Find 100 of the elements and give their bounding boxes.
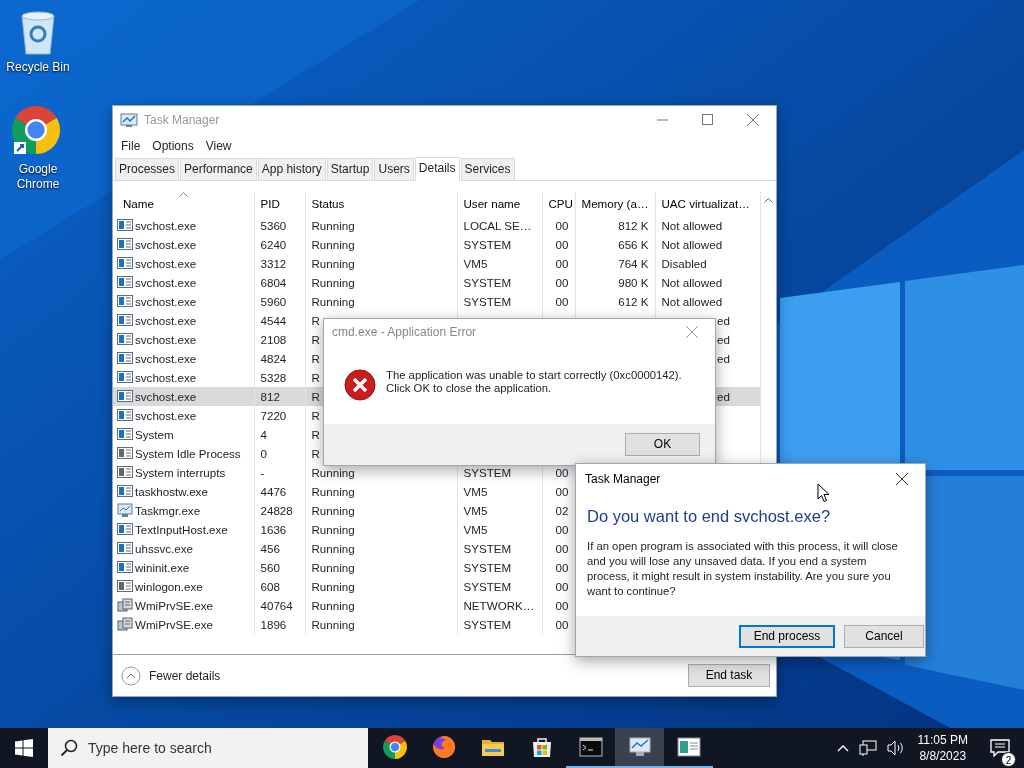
table-cell: 00 xyxy=(555,219,569,232)
table-cell: 1636 xyxy=(260,523,287,536)
task-manager-icon xyxy=(120,112,138,128)
clock[interactable]: 11:05 PM 8/8/2023 xyxy=(909,732,976,764)
cursor-icon xyxy=(817,483,830,503)
menu-item[interactable]: Options xyxy=(146,136,200,155)
table-cell: NETWORK… xyxy=(463,599,535,612)
column-header[interactable]: User name xyxy=(457,192,542,216)
search-box[interactable]: Type here to search xyxy=(48,728,368,768)
tab[interactable]: App history xyxy=(257,158,326,180)
scroll-up-icon[interactable] xyxy=(764,198,773,203)
table-cell: SYSTEM xyxy=(463,466,512,479)
window-icon xyxy=(117,445,133,461)
table-cell: ed xyxy=(717,314,730,327)
firefox-icon[interactable] xyxy=(431,735,456,759)
clock-date: 8/8/2023 xyxy=(918,748,968,764)
fewer-details-link[interactable]: Fewer details xyxy=(149,666,221,685)
column-header[interactable]: CPU xyxy=(542,192,575,216)
clock-time: 11:05 PM xyxy=(917,732,968,748)
table-cell: Running xyxy=(311,466,355,479)
cancel-button[interactable]: Cancel xyxy=(844,624,924,648)
start-button[interactable] xyxy=(15,739,33,757)
table-cell: Not allowed xyxy=(661,276,723,289)
chevron-up-icon[interactable] xyxy=(836,744,849,752)
error-message: The application was unable to start correctly (0xc0000142). Click OK to close the application. xyxy=(386,369,682,395)
sort-caret-icon xyxy=(179,192,189,197)
column-header[interactable]: Name xyxy=(113,192,254,216)
table-cell: 5960 xyxy=(260,295,287,308)
column-header[interactable]: Memory (a… xyxy=(575,192,655,216)
table-cell: 00 xyxy=(555,238,569,251)
tab[interactable]: Performance xyxy=(180,158,257,180)
table-row[interactable]: svchost.exe 3312 Running VM5 00 764 K Disabled xyxy=(113,254,760,273)
table-cell: R xyxy=(311,314,320,327)
monitor-icon[interactable] xyxy=(627,735,652,759)
table-cell: wininit.exe xyxy=(135,561,190,574)
window-icon[interactable] xyxy=(676,735,701,759)
table-cell: 24828 xyxy=(260,504,293,517)
computers-icon xyxy=(117,616,133,632)
window-icon xyxy=(117,236,133,252)
table-cell: VM5 xyxy=(463,485,488,498)
table-cell: 2108 xyxy=(260,333,287,346)
tab[interactable]: Startup xyxy=(326,158,374,180)
table-cell: Not allowed xyxy=(661,238,723,251)
notification-icon[interactable] xyxy=(990,739,1010,757)
table-row[interactable]: svchost.exe 6240 Running SYSTEM 00 656 K Not allowed xyxy=(113,235,760,254)
table-row[interactable]: svchost.exe 5960 Running SYSTEM 00 612 K Not allowed xyxy=(113,292,760,311)
table-cell: 608 xyxy=(260,580,280,593)
browser-icon[interactable] xyxy=(382,735,407,759)
close-icon[interactable] xyxy=(896,473,908,485)
table-cell: svchost.exe xyxy=(135,352,197,365)
table-row[interactable]: svchost.exe 5360 Running LOCAL SE… 00 812 K Not allowed xyxy=(113,216,760,235)
table-cell: Not allowed xyxy=(661,219,723,232)
maximize-icon[interactable] xyxy=(702,114,713,125)
table-cell: svchost.exe xyxy=(135,276,197,289)
table-cell: taskhostw.exe xyxy=(135,485,208,498)
table-cell: svchost.exe xyxy=(135,371,197,384)
table-row[interactable]: svchost.exe 6804 Running SYSTEM 00 980 K Not allowed xyxy=(113,273,760,292)
icon-label[interactable]: Google Chrome xyxy=(0,162,76,192)
search-field[interactable]: Type here to search xyxy=(86,736,346,760)
table-cell: 4824 xyxy=(260,352,287,365)
table-cell: svchost.exe xyxy=(135,314,197,327)
dialog-heading: Do you want to end svchost.exe? xyxy=(586,506,832,526)
window-icon xyxy=(117,274,133,290)
terminal-icon[interactable] xyxy=(578,735,603,759)
table-cell: Taskmgr.exe xyxy=(135,504,201,517)
table-cell: TextInputHost.exe xyxy=(135,523,228,536)
table-cell: Not allowed xyxy=(661,295,723,308)
ok-button[interactable]: OK xyxy=(625,433,700,456)
icon-label[interactable]: Recycle Bin xyxy=(6,60,70,75)
menu-item[interactable]: View xyxy=(199,136,238,155)
table-cell: 5328 xyxy=(260,371,287,384)
table-cell: 4 xyxy=(260,428,267,441)
table-cell: 00 xyxy=(555,276,569,289)
window-title: Task Manager xyxy=(144,112,220,129)
table-cell: 7220 xyxy=(260,409,287,422)
tab[interactable]: Details xyxy=(414,157,460,181)
speaker-icon[interactable] xyxy=(886,740,905,756)
table-cell: 02 xyxy=(555,504,569,517)
window-icon xyxy=(117,521,133,537)
table-cell: VM5 xyxy=(463,257,488,270)
table-cell: 00 xyxy=(555,618,569,631)
tab[interactable]: Processes xyxy=(115,158,180,180)
table-cell: 00 xyxy=(555,485,569,498)
collapse-icon[interactable] xyxy=(121,665,141,686)
taskbar-button[interactable] xyxy=(615,728,664,768)
window-icon xyxy=(117,483,133,499)
table-cell: SYSTEM xyxy=(463,238,512,251)
table-cell: svchost.exe xyxy=(135,257,197,270)
tab[interactable]: Services xyxy=(460,158,515,180)
column-header[interactable]: PID xyxy=(254,192,305,216)
network-icon[interactable] xyxy=(858,740,877,756)
column-header[interactable]: Status xyxy=(305,192,457,216)
menu-item[interactable]: File xyxy=(115,136,147,155)
table-cell: Running xyxy=(311,618,355,631)
tab[interactable]: Users xyxy=(374,158,414,180)
end-process-button[interactable]: End process xyxy=(739,624,835,648)
end-task-button[interactable]: End task xyxy=(688,664,770,687)
table-cell: SYSTEM xyxy=(463,295,512,308)
table-cell: winlogon.exe xyxy=(135,580,203,593)
window-icon xyxy=(117,293,133,309)
